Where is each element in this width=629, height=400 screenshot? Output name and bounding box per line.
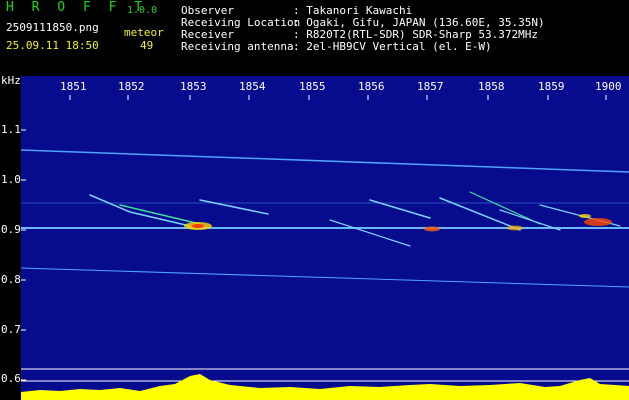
reference-lines [21,368,629,382]
meteor-streaks [89,191,621,247]
carrier-traces [20,149,629,288]
x-tick-marks [69,95,607,100]
spectrogram-overlay [20,95,629,400]
signal-strength-strip [21,374,629,400]
y-tick-marks [21,129,26,381]
